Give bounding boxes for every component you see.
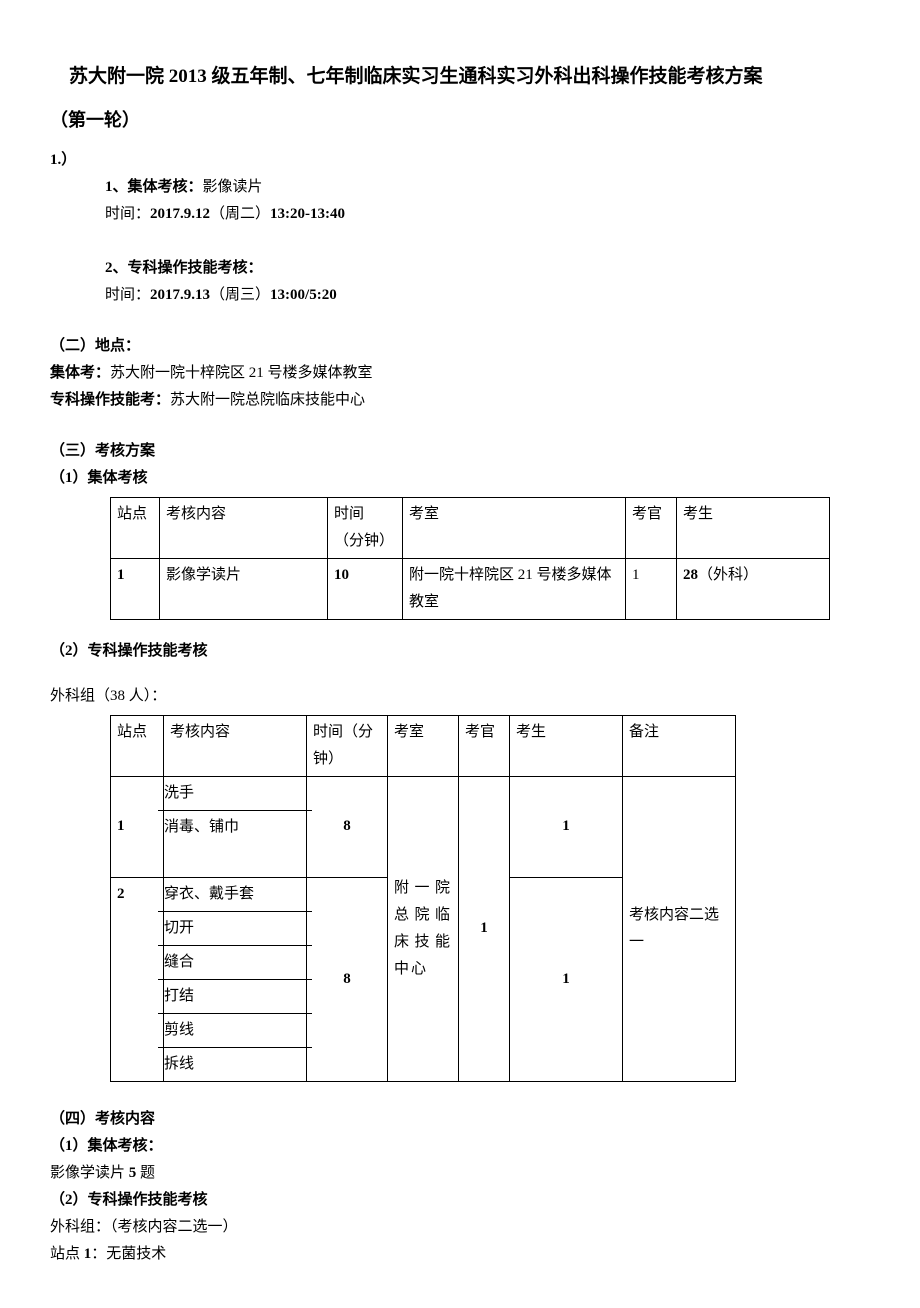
- text: 时间: [334, 506, 364, 522]
- cell-time: 8: [307, 776, 388, 877]
- text: 苏大附一院总院临床技能中心: [170, 392, 365, 408]
- count: 28: [683, 567, 698, 583]
- page-title: 苏大附一院 2013 级五年制、七年制临床实习生通科实习外科出科操作技能考核方案: [50, 60, 870, 94]
- item-1-label: 1、集体考核：: [105, 179, 203, 195]
- group-label: 外科组（38 人）：: [50, 683, 870, 710]
- subitem: 打结: [158, 980, 312, 1014]
- section-3-label: （三）考核方案: [50, 438, 870, 465]
- table-header-row: 站点 考核内容 时间 （分钟） 考室 考官 考生: [111, 497, 830, 558]
- h-station: 站点: [111, 715, 164, 776]
- item-1-text: 影像读片: [203, 179, 263, 195]
- h-examinee: 考生: [677, 497, 830, 558]
- section-2-line-2: 专科操作技能考：苏大附一院总院临床技能中心: [50, 387, 870, 414]
- time-range: 13:20-13:40: [270, 206, 345, 222]
- cell-examiner: 1: [459, 776, 510, 1081]
- subitem: 洗手: [158, 777, 312, 811]
- text: 站点: [50, 1246, 84, 1262]
- cell-examiner: 1: [626, 558, 677, 619]
- text: （分钟）: [334, 533, 394, 549]
- cell-examinee: 1: [510, 877, 623, 1081]
- item-2: 2、专科操作技能考核：: [105, 255, 870, 282]
- text: 影像学读片: [50, 1165, 129, 1181]
- time-label: 时间：: [105, 287, 150, 303]
- section-4-label: （四）考核内容: [50, 1106, 870, 1133]
- cell-station: 2: [111, 877, 164, 1081]
- cell-room: 附一院十梓院区 21 号楼多媒体教室: [403, 558, 626, 619]
- section-3-sub2: （2）专科操作技能考核: [50, 638, 870, 665]
- table-row: 1 洗手 消毒、铺巾 8 附一院总院临床技能中心 1 1 考核内容二选一: [111, 776, 736, 877]
- round-label: （第一轮）: [50, 104, 870, 136]
- h-content: 考核内容: [160, 497, 328, 558]
- label: 专科操作技能考：: [50, 392, 170, 408]
- section-4-line1: 影像学读片 5 题: [50, 1160, 870, 1187]
- spacer: [158, 844, 312, 877]
- item-1: 1、集体考核：影像读片: [105, 174, 870, 201]
- cell-room: 附一院总院临床技能中心: [388, 776, 459, 1081]
- time-range: 13:00/5:20: [270, 287, 337, 303]
- cell-content: 洗手 消毒、铺巾: [164, 776, 307, 877]
- section-4-line3: 站点 1：无菌技术: [50, 1241, 870, 1268]
- text: 题: [136, 1165, 155, 1181]
- h-time: 时间 （分钟）: [328, 497, 403, 558]
- h-examiner: 考官: [459, 715, 510, 776]
- cell-note: 考核内容二选一: [623, 776, 736, 1081]
- table-row: 1 影像学读片 10 附一院十梓院区 21 号楼多媒体教室 1 28（外科）: [111, 558, 830, 619]
- time-day: （周三）: [210, 287, 270, 303]
- section-4-sub1: （1）集体考核：: [50, 1133, 870, 1160]
- h-content: 考核内容: [164, 715, 307, 776]
- h-examinee: 考生: [510, 715, 623, 776]
- time-date: 2017.9.13: [150, 287, 210, 303]
- subitem: 消毒、铺巾: [158, 811, 312, 844]
- section-1-number: 1.）: [50, 147, 870, 174]
- item-1-time: 时间：2017.9.12（周二）13:20-13:40: [105, 201, 870, 228]
- h-note: 备注: [623, 715, 736, 776]
- h-time: 时间（分钟）: [307, 715, 388, 776]
- section-2-label: （二）地点：: [50, 333, 870, 360]
- subitem: 切开: [158, 912, 312, 946]
- h-station: 站点: [111, 497, 160, 558]
- cell-time: 8: [307, 877, 388, 1081]
- h-room: 考室: [388, 715, 459, 776]
- suffix: （外科）: [698, 567, 758, 583]
- text: 苏大附一院十梓院区 21 号楼多媒体教室: [110, 365, 373, 381]
- table-specialty: 站点 考核内容 时间（分钟） 考室 考官 考生 备注 1 洗手 消毒、铺巾 8 …: [110, 715, 736, 1082]
- cell-examinee: 1: [510, 776, 623, 877]
- h-examiner: 考官: [626, 497, 677, 558]
- table-collective: 站点 考核内容 时间 （分钟） 考室 考官 考生 1 影像学读片 10 附一院十梓…: [110, 497, 830, 620]
- subitem: 穿衣、戴手套: [158, 878, 312, 912]
- item-2-time: 时间：2017.9.13（周三）13:00/5:20: [105, 282, 870, 309]
- h-room: 考室: [403, 497, 626, 558]
- section-3-sub1: （1）集体考核: [50, 465, 870, 492]
- cell-examinee: 28（外科）: [677, 558, 830, 619]
- time-label: 时间：: [105, 206, 150, 222]
- cell-content: 穿衣、戴手套 切开 缝合 打结 剪线 拆线: [164, 877, 307, 1081]
- cell-station: 1: [111, 776, 164, 877]
- time-day: （周二）: [210, 206, 270, 222]
- item-2-label: 2、专科操作技能考核：: [105, 260, 263, 276]
- text: ：无菌技术: [91, 1246, 166, 1262]
- cell-content: 影像学读片: [160, 558, 328, 619]
- table-header-row: 站点 考核内容 时间（分钟） 考室 考官 考生 备注: [111, 715, 736, 776]
- subitem: 剪线: [158, 1014, 312, 1048]
- subitem: 拆线: [158, 1048, 312, 1081]
- subitem: 缝合: [158, 946, 312, 980]
- cell-station: 1: [111, 558, 160, 619]
- section-4-sub2: （2）专科操作技能考核: [50, 1187, 870, 1214]
- label: 集体考：: [50, 365, 110, 381]
- section-2-line-1: 集体考：苏大附一院十梓院区 21 号楼多媒体教室: [50, 360, 870, 387]
- section-4-line2: 外科组：（考核内容二选一）: [50, 1214, 870, 1241]
- time-date: 2017.9.12: [150, 206, 210, 222]
- cell-time: 10: [328, 558, 403, 619]
